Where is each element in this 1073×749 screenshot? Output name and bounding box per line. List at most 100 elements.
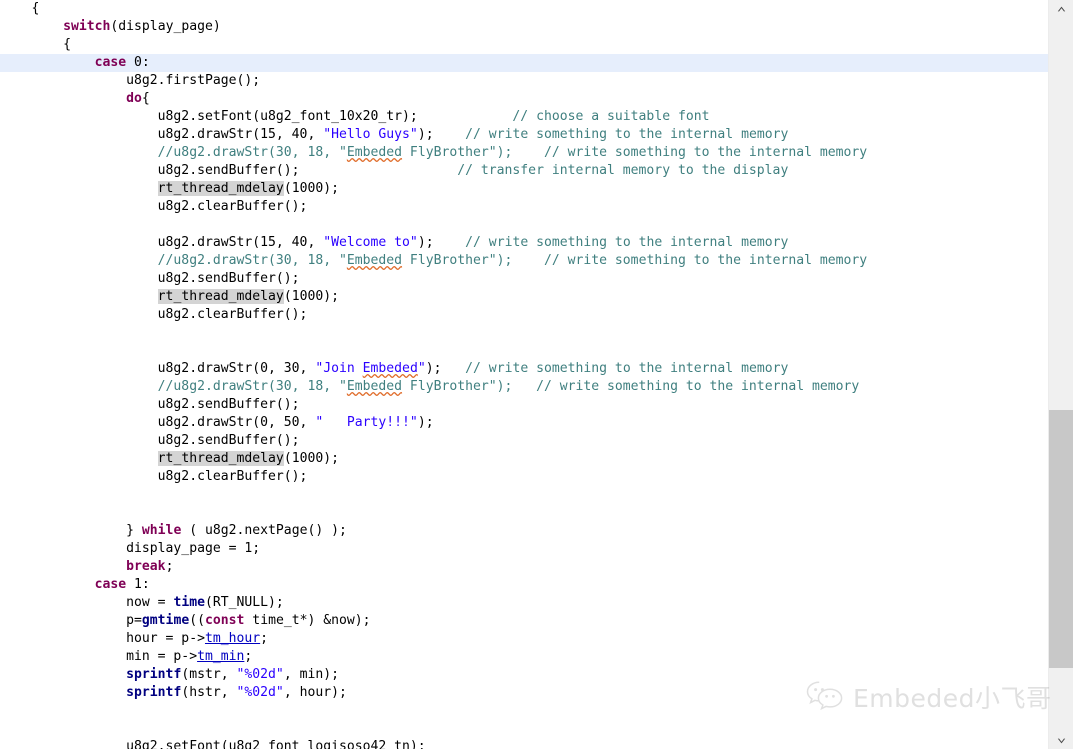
code-line[interactable]: //u8g2.drawStr(30, 18, "Embeded FlyBroth… xyxy=(0,378,1048,396)
code-line[interactable] xyxy=(0,504,1048,522)
code-line[interactable]: display_page = 1; xyxy=(0,540,1048,558)
code-line[interactable] xyxy=(0,702,1048,720)
code-line[interactable] xyxy=(0,720,1048,738)
code-token: 0: xyxy=(126,55,150,70)
code-token: u8g2.firstPage(); xyxy=(0,73,261,88)
code-line[interactable]: //u8g2.drawStr(30, 18, "Embeded FlyBroth… xyxy=(0,144,1048,162)
code-token: } xyxy=(0,523,142,538)
chevron-up-icon xyxy=(1057,6,1066,12)
code-line[interactable]: u8g2.clearBuffer(); xyxy=(0,198,1048,216)
code-token: u8g2.drawStr(0, 50, xyxy=(0,415,316,430)
code-token: "Join xyxy=(315,361,363,376)
scroll-up-button[interactable] xyxy=(1049,0,1073,17)
code-token: switch xyxy=(63,19,111,34)
code-line[interactable]: u8g2.setFont(u8g2_font_logisoso42_tn); xyxy=(0,738,1048,749)
code-line[interactable]: u8g2.sendBuffer(); xyxy=(0,396,1048,414)
code-token: sprintf xyxy=(126,667,182,682)
code-token: // write something to the internal memor… xyxy=(465,127,789,142)
code-token: (mstr, xyxy=(181,667,237,682)
code-token: gmtime xyxy=(141,613,190,628)
code-line[interactable]: u8g2.drawStr(15, 40, "Welcome to"); // w… xyxy=(0,234,1048,252)
code-token: u8g2.sendBuffer(); xyxy=(0,397,300,412)
code-line[interactable]: u8g2.drawStr(15, 40, "Hello Guys"); // w… xyxy=(0,126,1048,144)
code-line[interactable]: p=gmtime((const time_t*) &now); xyxy=(0,612,1048,630)
code-token: display_page = 1; xyxy=(0,541,261,556)
code-token: ; xyxy=(244,649,253,664)
scroll-down-button[interactable] xyxy=(1049,732,1073,749)
code-token: u8g2.drawStr(15, 40, xyxy=(0,127,324,142)
code-line[interactable]: } while ( u8g2.nextPage() ); xyxy=(0,522,1048,540)
code-editor-viewport[interactable]: { switch(display_page) { case 0: u8g2.fi… xyxy=(0,0,1048,749)
code-line[interactable]: u8g2.sendBuffer(); xyxy=(0,432,1048,450)
code-line[interactable]: case 0: xyxy=(0,54,1048,72)
code-line[interactable]: switch(display_page) xyxy=(0,18,1048,36)
code-token: u8g2.drawStr(15, 40, xyxy=(0,235,324,250)
code-line[interactable]: //u8g2.drawStr(30, 18, "Embeded FlyBroth… xyxy=(0,252,1048,270)
code-token: "%02d" xyxy=(236,685,284,700)
code-line[interactable]: u8g2.firstPage(); xyxy=(0,72,1048,90)
code-token: u8g2.sendBuffer(); xyxy=(0,433,300,448)
code-token: //u8g2.drawStr(30, 18, " xyxy=(0,379,347,394)
code-line[interactable]: rt_thread_mdelay(1000); xyxy=(0,288,1048,306)
code-line[interactable]: min = p->tm_min; xyxy=(0,648,1048,666)
code-line[interactable]: sprintf(hstr, "%02d", hour); xyxy=(0,684,1048,702)
code-token: const xyxy=(205,613,245,628)
code-line[interactable] xyxy=(0,486,1048,504)
code-line[interactable] xyxy=(0,324,1048,342)
code-line[interactable] xyxy=(0,216,1048,234)
code-token: case xyxy=(94,577,127,592)
code-token: Embeded xyxy=(346,145,403,160)
code-line[interactable] xyxy=(0,342,1048,360)
code-editor-screenshot: { switch(display_page) { case 0: u8g2.fi… xyxy=(0,0,1073,749)
code-line[interactable]: sprintf(mstr, "%02d", min); xyxy=(0,666,1048,684)
code-line[interactable]: { xyxy=(0,36,1048,54)
vertical-scrollbar[interactable] xyxy=(1048,0,1073,749)
code-token: u8g2.setFont(u8g2_font_logisoso42_tn); xyxy=(0,739,426,749)
code-line[interactable]: rt_thread_mdelay(1000); xyxy=(0,450,1048,468)
code-line[interactable]: now = time(RT_NULL); xyxy=(0,594,1048,612)
code-token: // write something to the internal memor… xyxy=(543,145,868,160)
code-token: time_t*) &now); xyxy=(244,613,371,628)
code-token: ); xyxy=(425,361,442,376)
code-line[interactable]: case 1: xyxy=(0,576,1048,594)
code-token: "%02d" xyxy=(236,667,284,682)
code-token: (( xyxy=(189,613,205,628)
scrollbar-thumb[interactable] xyxy=(1049,410,1073,668)
code-line[interactable]: u8g2.sendBuffer(); xyxy=(0,270,1048,288)
code-line[interactable]: u8g2.clearBuffer(); xyxy=(0,306,1048,324)
code-token: "Hello Guys" xyxy=(323,127,418,142)
code-content[interactable]: { switch(display_page) { case 0: u8g2.fi… xyxy=(0,0,1048,749)
code-line[interactable]: do{ xyxy=(0,90,1048,108)
code-token: Embeded xyxy=(346,379,403,394)
code-line[interactable]: hour = p->tm_hour; xyxy=(0,630,1048,648)
code-line[interactable]: u8g2.drawStr(0, 30, "Join Embeded"); // … xyxy=(0,360,1048,378)
code-token: (display_page) xyxy=(110,19,221,34)
code-line[interactable]: u8g2.setFont(u8g2_font_10x20_tr); // cho… xyxy=(0,108,1048,126)
code-line[interactable]: u8g2.sendBuffer(); // transfer internal … xyxy=(0,162,1048,180)
code-line[interactable]: { xyxy=(0,0,1048,18)
code-token: // write something to the internal memor… xyxy=(465,361,789,376)
code-token: ); xyxy=(417,127,434,142)
code-token: ( u8g2.nextPage() ); xyxy=(181,523,347,538)
code-token: FlyBrother"); xyxy=(402,253,513,268)
code-line[interactable]: break; xyxy=(0,558,1048,576)
code-line[interactable]: u8g2.drawStr(0, 50, " Party!!!"); xyxy=(0,414,1048,432)
code-token: ); xyxy=(417,415,434,430)
code-line[interactable]: rt_thread_mdelay(1000); xyxy=(0,180,1048,198)
code-line[interactable]: u8g2.clearBuffer(); xyxy=(0,468,1048,486)
code-token: do xyxy=(126,91,142,106)
scrollbar-track[interactable] xyxy=(1049,17,1073,732)
